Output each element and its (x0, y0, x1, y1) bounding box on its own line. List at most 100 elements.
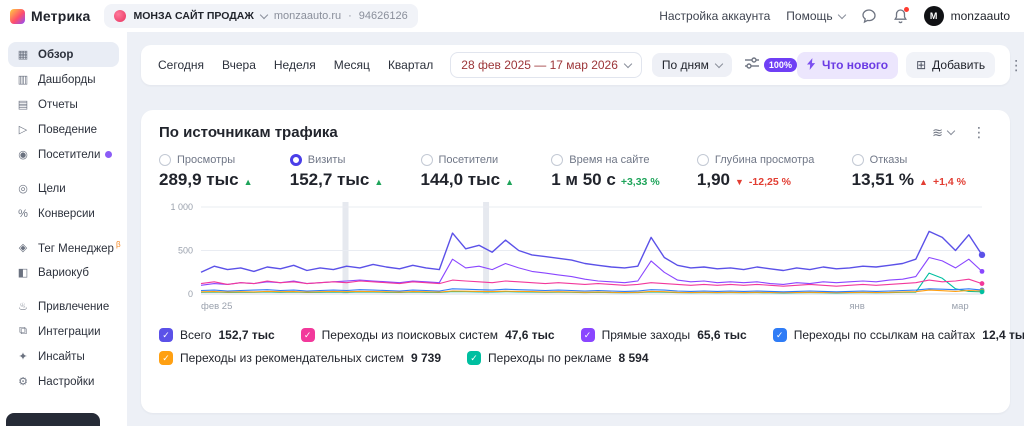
chart-legend: ✓ Всего 152,7 тыс ✓ Переходы из поисковы… (159, 328, 992, 365)
checkbox-icon[interactable]: ✓ (159, 351, 173, 365)
radio-icon[interactable] (421, 154, 433, 166)
legend-item-ads[interactable]: ✓ Переходы по рекламе 8 594 (467, 351, 649, 365)
help-menu[interactable]: Помощь (786, 9, 844, 23)
sidebar-item-label: Привлечение (38, 301, 109, 313)
checkbox-icon[interactable]: ✓ (581, 328, 595, 342)
chart-band (342, 202, 348, 294)
lightning-icon (807, 58, 816, 73)
chat-icon[interactable] (861, 8, 877, 24)
legend-item-direct[interactable]: ✓ Прямые заходы 65,6 тыс (581, 328, 747, 342)
chart-endpoint-dot (979, 252, 985, 258)
metric-value: 152,7 тыс (290, 170, 370, 190)
sidebar-item-variocube[interactable]: ◧ Вариокуб (8, 260, 119, 285)
legend-item-site-links[interactable]: ✓ Переходы по ссылкам на сайтах 12,4 тыс (773, 328, 1024, 342)
sidebar-item-visitors[interactable]: ◉ Посетители (8, 142, 119, 167)
trend-arrow-icon: ▲ (919, 177, 928, 187)
period-month-button[interactable]: Месяц (325, 52, 379, 78)
metric-value: 13,51 % (852, 170, 914, 190)
metric-visits[interactable]: Визиты 152,7 тыс ▲ (290, 154, 384, 190)
x-tick-label: фев 25 (201, 301, 232, 312)
radio-icon[interactable] (697, 154, 709, 166)
legend-value: 9 739 (411, 351, 441, 365)
sidebar-item-tag-manager[interactable]: ◈ Тег Менеджерβ (8, 235, 119, 260)
checkbox-icon[interactable]: ✓ (773, 328, 787, 342)
granularity-select[interactable]: По дням (652, 53, 732, 77)
y-tick-label: 500 (178, 246, 193, 256)
date-range-picker[interactable]: 28 фев 2025 — 17 мар 2026 (450, 52, 642, 78)
legend-item-total[interactable]: ✓ Всего 152,7 тыс (159, 328, 275, 342)
chart-endpoint-dot (980, 281, 985, 286)
account-settings-link[interactable]: Настройка аккаунта (659, 9, 770, 23)
legend-item-recommendations[interactable]: ✓ Переходы из рекомендательных систем 9 … (159, 351, 441, 365)
add-widget-button[interactable]: ⊞ Добавить (906, 52, 995, 78)
sidebar-item-dashboards[interactable]: ▥ Дашборды (8, 67, 119, 92)
counter-name: МОНЗА САЙТ ПРОДАЖ (133, 10, 253, 22)
sidebar-item-goals[interactable]: ◎ Цели (8, 176, 119, 201)
sidebar-item-acquisition[interactable]: ♨ Привлечение (8, 294, 119, 319)
promo-widget[interactable] (6, 413, 100, 426)
sidebar-item-overview[interactable]: ▦ Обзор (8, 42, 119, 67)
grid-icon: ▦ (16, 48, 30, 61)
sidebar-item-reports[interactable]: ▤ Отчеты (8, 92, 119, 117)
radio-selected-icon[interactable] (290, 154, 302, 166)
chevron-down-icon (260, 10, 268, 18)
smoothing-toggle[interactable]: ≋ (932, 125, 954, 141)
avatar: M (924, 6, 944, 26)
traffic-line-chart[interactable]: 05001 000фев 25янвмар (159, 197, 990, 315)
sidebar-item-label: Отчеты (38, 99, 78, 111)
counter-selector[interactable]: МОНЗА САЙТ ПРОДАЖ monzaauto.ru · 9462612… (104, 4, 417, 28)
target-icon: ◎ (16, 182, 30, 195)
metric-users[interactable]: Посетители 144,0 тыс▲ (421, 154, 515, 190)
period-quarter-button[interactable]: Квартал (379, 52, 442, 78)
checkbox-icon[interactable]: ✓ (467, 351, 481, 365)
user-menu[interactable]: M monzaauto (924, 6, 1010, 26)
legend-label: Всего (180, 328, 211, 342)
metric-label: Визиты (308, 154, 346, 166)
sidebar-item-conversions[interactable]: % Конверсии (8, 201, 119, 226)
metric-pageviews[interactable]: Просмотры 289,9 тыс▲ (159, 154, 253, 190)
main-content: Сегодня Вчера Неделя Месяц Квартал 28 фе… (127, 32, 1024, 426)
metric-label: Глубина просмотра (715, 154, 814, 166)
trend-arrow-icon: ▲ (374, 177, 383, 187)
sidebar-item-behavior[interactable]: ▷ Поведение (8, 117, 119, 142)
legend-item-search[interactable]: ✓ Переходы из поисковых систем 47,6 тыс (301, 328, 555, 342)
more-menu-icon[interactable]: ⋮ (1003, 57, 1024, 74)
radio-icon[interactable] (852, 154, 864, 166)
sidebar-item-label: Конверсии (38, 208, 95, 220)
x-tick-label: мар (952, 301, 969, 312)
percent-icon: % (16, 208, 30, 220)
granularity-value: По дням (662, 58, 709, 72)
y-tick-label: 0 (188, 289, 193, 299)
sampling-control[interactable]: 100% (744, 56, 797, 75)
checkbox-icon[interactable]: ✓ (159, 328, 173, 342)
chart-endpoint-dot (980, 269, 985, 274)
legend-value: 47,6 тыс (505, 328, 555, 342)
sidebar-item-label: Интеграции (38, 326, 101, 338)
check-icon: ✓ (470, 353, 478, 364)
period-week-button[interactable]: Неделя (265, 52, 325, 78)
metrika-logo[interactable]: Метрика (10, 8, 90, 24)
metric-bounce-rate[interactable]: Отказы 13,51 %▲+1,4 % (852, 154, 966, 190)
panel-menu-icon[interactable]: ⋮ (966, 124, 992, 141)
period-today-button[interactable]: Сегодня (149, 52, 213, 78)
radio-icon[interactable] (551, 154, 563, 166)
bell-icon[interactable] (893, 8, 908, 24)
sidebar-item-insights[interactable]: ✦ Инсайты (8, 344, 119, 369)
metric-label: Отказы (870, 154, 908, 166)
chevron-down-icon (947, 127, 955, 135)
counter-id: 94626126 (359, 10, 408, 22)
sidebar-item-settings[interactable]: ⚙ Настройки (8, 369, 119, 394)
radio-icon[interactable] (159, 154, 171, 166)
sliders-icon (744, 56, 760, 75)
metric-time-on-site[interactable]: Время на сайте 1 м 50 с+3,33 % (551, 154, 659, 190)
metric-depth[interactable]: Глубина просмотра 1,90▼-12,25 % (697, 154, 814, 190)
checkbox-icon[interactable]: ✓ (301, 328, 315, 342)
sampling-badge: 100% (764, 58, 797, 72)
sidebar-item-integrations[interactable]: ⧉ Интеграции (8, 319, 119, 344)
legend-label: Переходы из рекомендательных систем (180, 351, 404, 365)
trend-change: +3,33 % (621, 176, 660, 188)
period-yesterday-button[interactable]: Вчера (213, 52, 265, 78)
check-icon: ✓ (584, 330, 592, 341)
whats-new-button[interactable]: Что нового (797, 52, 898, 79)
check-icon: ✓ (162, 330, 170, 341)
